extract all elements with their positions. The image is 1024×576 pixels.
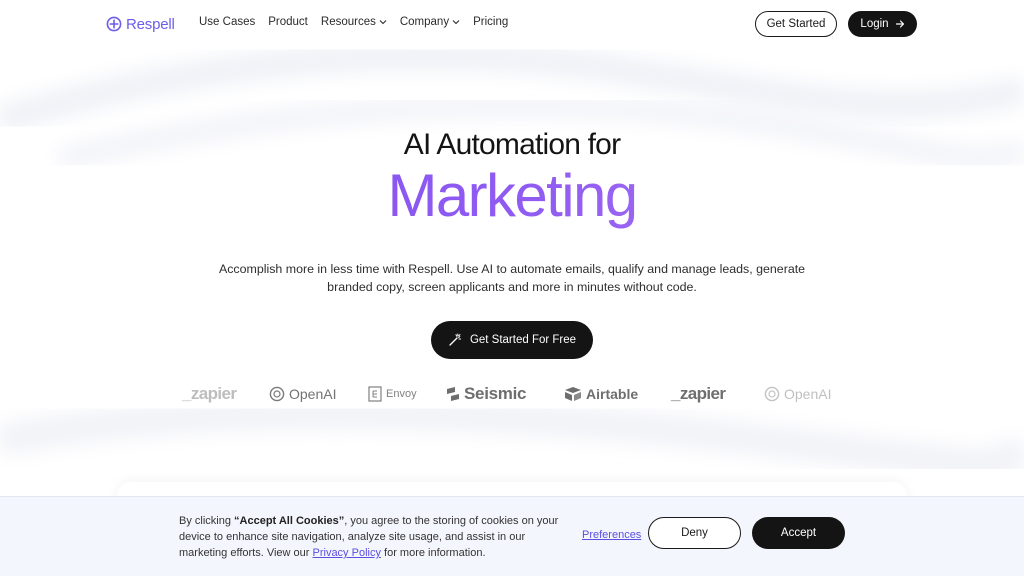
logo-text: _zapier (671, 384, 726, 403)
nav-item-use-cases[interactable]: Use Cases (199, 16, 255, 28)
accept-button[interactable]: Accept (752, 517, 845, 549)
brand-name: Respell (126, 15, 175, 33)
partner-logos: _zapier OpenAI Envoy Seismic Airtable _z… (0, 380, 1024, 408)
chevron-down-icon (379, 20, 387, 25)
nav-item-label: Use Cases (199, 16, 256, 28)
openai-icon (764, 386, 780, 402)
logo-zapier: _zapier (182, 380, 237, 408)
envoy-icon (368, 386, 382, 402)
logo-seismic: Seismic (446, 380, 526, 408)
arrow-right-icon (895, 20, 904, 28)
cookie-banner: By clicking “Accept All Cookies”, you ag… (0, 496, 1024, 576)
nav-item-pricing[interactable]: Pricing (473, 16, 508, 28)
nav-item-resources[interactable]: Resources (321, 16, 387, 28)
hero-title: AI Automation for (403, 128, 621, 161)
nav-item-product[interactable]: Product (268, 16, 308, 28)
airtable-icon (565, 387, 581, 401)
chevron-down-icon (452, 20, 460, 25)
magic-wand-icon (449, 333, 462, 346)
logo-envoy: Envoy (368, 380, 417, 408)
cookie-text-part: By clicking (179, 515, 235, 527)
logo-text: Seismic (464, 384, 527, 403)
cookie-text-part: for more information. (380, 547, 486, 559)
login-label: Login (860, 18, 889, 30)
logo-openai: OpenAI (764, 380, 831, 408)
logo-text: OpenAI (289, 386, 337, 402)
nav-item-label: Resources (320, 16, 376, 28)
openai-icon (269, 386, 285, 402)
hero-subtitle: Accomplish more in less time with Respel… (218, 262, 806, 294)
deny-button[interactable]: Deny (648, 517, 741, 549)
logo-text: OpenAI (784, 386, 832, 402)
logo-openai: OpenAI (269, 380, 336, 408)
cta-label: Get Started For Free (469, 334, 577, 346)
hero-title-highlight: Marketing (0, 160, 1024, 232)
logo-zapier: _zapier (671, 380, 726, 408)
nav-item-label: Pricing (473, 16, 509, 28)
get-started-button[interactable]: Get Started (755, 11, 837, 37)
login-button[interactable]: Login (848, 11, 917, 37)
top-nav: Respell Use Cases Product Resources Comp… (0, 0, 1024, 48)
nav-item-label: Company (399, 16, 450, 28)
seismic-icon (447, 387, 459, 401)
privacy-policy-link[interactable]: Privacy Policy (313, 547, 381, 559)
nav-item-company[interactable]: Company (400, 16, 460, 28)
brand-logo[interactable]: Respell (106, 14, 175, 34)
respell-logo-icon (106, 16, 122, 32)
nav-item-label: Product (268, 16, 308, 28)
logo-text: Airtable (586, 386, 639, 402)
logo-text: _zapier (182, 384, 237, 403)
main-menu: Use Cases Product Resources Company Pric… (199, 16, 521, 28)
preferences-link[interactable]: Preferences (582, 529, 641, 541)
cookie-text-bold: “Accept All Cookies” (234, 515, 345, 527)
logo-text: Envoy (386, 388, 417, 400)
logo-airtable: Airtable (564, 380, 638, 408)
get-started-free-button[interactable]: Get Started For Free (431, 321, 593, 359)
cookie-message: By clicking “Accept All Cookies”, you ag… (179, 513, 571, 561)
